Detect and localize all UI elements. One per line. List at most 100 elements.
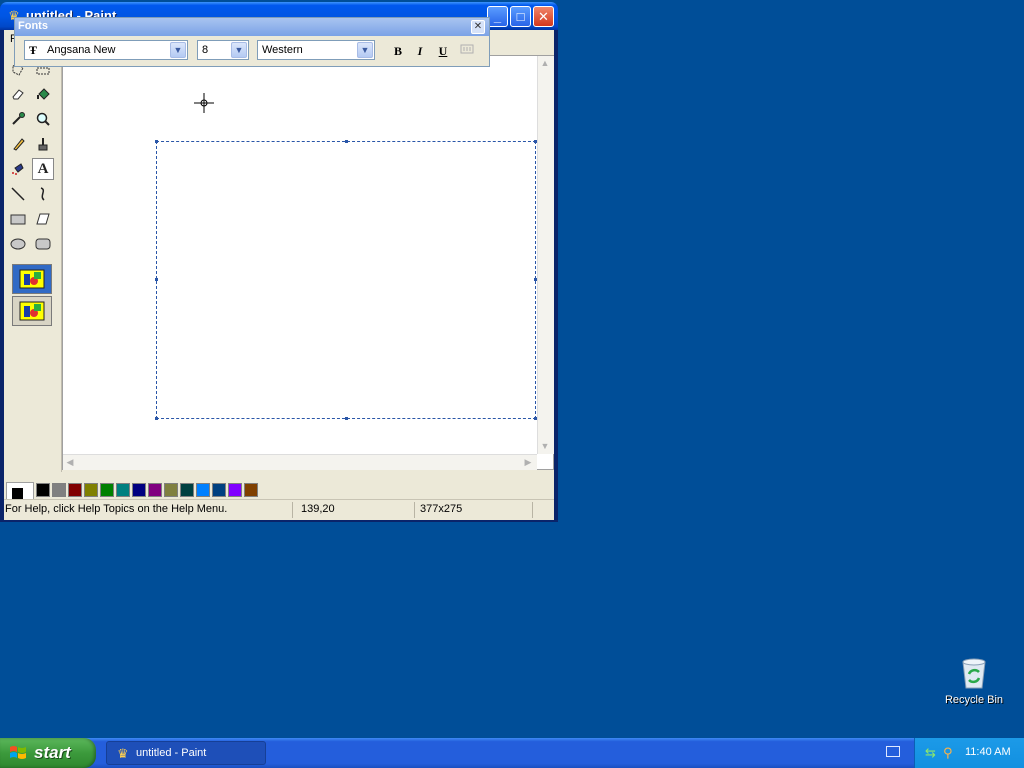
line-icon <box>11 187 25 201</box>
font-script-select[interactable]: Western ▼ <box>257 40 375 60</box>
recycle-bin-icon[interactable] <box>958 656 990 690</box>
palette-swatch[interactable] <box>196 483 210 497</box>
fonts-toolbar: Fonts ✕ Ŧ Angsana New ▼ 8 ▼ Western ▼ B … <box>14 17 490 67</box>
palette-swatch[interactable] <box>68 483 82 497</box>
system-tray: ⇆ ⚲ 11:40 AM <box>914 738 1024 768</box>
scroll-down-arrow-icon[interactable]: ▼ <box>538 439 552 453</box>
taskbar-button-paint[interactable]: ♛ untitled - Paint <box>106 741 266 765</box>
close-button[interactable]: ✕ <box>533 6 554 27</box>
palette-swatch[interactable] <box>148 483 162 497</box>
opaque-background-icon <box>19 269 45 289</box>
font-script-value: Western <box>262 44 303 56</box>
start-button[interactable]: start <box>0 738 96 768</box>
status-divider <box>292 502 293 518</box>
search-icon[interactable]: ⚲ <box>943 745 953 761</box>
eraser-tool[interactable] <box>7 83 29 105</box>
keyboard-icon[interactable] <box>886 746 900 757</box>
resize-handle[interactable] <box>155 417 158 420</box>
palette-swatch[interactable] <box>164 483 178 497</box>
palette-swatch[interactable] <box>36 483 50 497</box>
paint-app-icon: ♛ <box>117 746 129 761</box>
windows-logo-icon <box>10 746 26 759</box>
eyedropper-icon <box>12 112 25 125</box>
toolbox: A <box>4 59 62 474</box>
curve-tool[interactable] <box>32 183 54 205</box>
taskbar-button-label: untitled - Paint <box>136 747 207 759</box>
polygon-tool[interactable] <box>32 208 54 230</box>
text-tool[interactable]: A <box>32 158 54 180</box>
recycle-bin-label[interactable]: Recycle Bin <box>940 694 1008 706</box>
fonts-toolbar-title-bar[interactable]: Fonts ✕ <box>15 18 489 36</box>
rounded-rectangle-tool[interactable] <box>32 233 54 255</box>
font-size-select[interactable]: 8 ▼ <box>197 40 249 60</box>
start-label: start <box>34 743 71 762</box>
chevron-down-icon[interactable]: ▼ <box>170 42 186 58</box>
palette-swatch[interactable] <box>244 483 258 497</box>
horizontal-scrollbar[interactable]: ◀ ▶ <box>63 454 537 470</box>
airbrush-icon <box>12 163 24 175</box>
ellipse-tool[interactable] <box>7 233 29 255</box>
eraser-icon <box>12 89 24 100</box>
chevron-down-icon[interactable]: ▼ <box>231 42 247 58</box>
resize-handle[interactable] <box>345 140 348 143</box>
vertical-text-button <box>458 42 476 60</box>
rounded-rectangle-icon <box>35 238 51 250</box>
scroll-left-arrow-icon[interactable]: ◀ <box>63 455 77 469</box>
crosshair-cursor-icon <box>194 93 214 113</box>
vertical-scrollbar[interactable]: ▲ ▼ <box>537 56 554 454</box>
resize-handle[interactable] <box>155 140 158 143</box>
text-background-opaque-option[interactable] <box>12 264 52 294</box>
scroll-up-arrow-icon[interactable]: ▲ <box>538 56 552 70</box>
fonts-toolbar-close-button[interactable]: ✕ <box>471 20 485 34</box>
pencil-icon <box>13 138 25 151</box>
palette-swatch[interactable] <box>116 483 130 497</box>
maximize-button[interactable]: □ <box>510 6 531 27</box>
clock[interactable]: 11:40 AM <box>965 746 1011 758</box>
text-box-selection[interactable] <box>156 141 536 419</box>
underline-button[interactable]: U <box>434 42 452 60</box>
text-background-transparent-option[interactable] <box>12 296 52 326</box>
text-a-icon: A <box>37 161 49 177</box>
palette-swatch[interactable] <box>212 483 226 497</box>
resize-handle[interactable] <box>155 278 158 281</box>
status-divider <box>532 502 533 518</box>
font-name-select[interactable]: Ŧ Angsana New ▼ <box>24 40 188 60</box>
fill-with-color-tool[interactable] <box>32 83 54 105</box>
pick-color-tool[interactable] <box>7 108 29 130</box>
status-cursor-coords: 139,20 <box>301 503 335 515</box>
transparent-background-icon <box>19 301 45 321</box>
palette-swatch[interactable] <box>84 483 98 497</box>
scroll-right-arrow-icon[interactable]: ▶ <box>521 455 535 469</box>
airbrush-tool[interactable] <box>7 158 29 180</box>
minimize-button[interactable]: _ <box>487 6 508 27</box>
status-divider <box>414 502 415 518</box>
palette-swatch[interactable] <box>180 483 194 497</box>
resize-handle[interactable] <box>345 417 348 420</box>
brush-tool[interactable] <box>32 133 54 155</box>
font-name-value: Angsana New <box>47 44 116 56</box>
canvas-scroll-area: ▲ ▼ ◀ ▶ <box>62 55 554 470</box>
rectangle-icon <box>10 214 26 225</box>
fonts-toolbar-title: Fonts <box>18 20 48 32</box>
status-help-text: For Help, click Help Topics on the Help … <box>5 503 228 515</box>
magnifier-icon <box>36 112 50 126</box>
truetype-font-icon: Ŧ <box>29 43 38 57</box>
bold-button[interactable]: B <box>389 42 407 60</box>
palette-swatch[interactable] <box>52 483 66 497</box>
vertical-text-icon <box>460 44 474 54</box>
chevron-down-icon[interactable]: ▼ <box>357 42 373 58</box>
palette-swatch[interactable] <box>100 483 114 497</box>
italic-button[interactable]: I <box>411 42 429 60</box>
magnifier-tool[interactable] <box>32 108 54 130</box>
palette-swatch[interactable] <box>228 483 242 497</box>
brush-icon <box>38 138 48 151</box>
paint-window: ♛ untitled - Paint _ □ ✕ F <box>0 2 558 522</box>
line-tool[interactable] <box>7 183 29 205</box>
status-bar: For Help, click Help Topics on the Help … <box>4 499 554 520</box>
pencil-tool[interactable] <box>7 133 29 155</box>
paint-bucket-icon <box>37 88 50 100</box>
network-icon[interactable]: ⇆ <box>925 745 936 761</box>
rectangle-tool[interactable] <box>7 208 29 230</box>
font-size-value: 8 <box>202 44 209 56</box>
palette-swatch[interactable] <box>132 483 146 497</box>
